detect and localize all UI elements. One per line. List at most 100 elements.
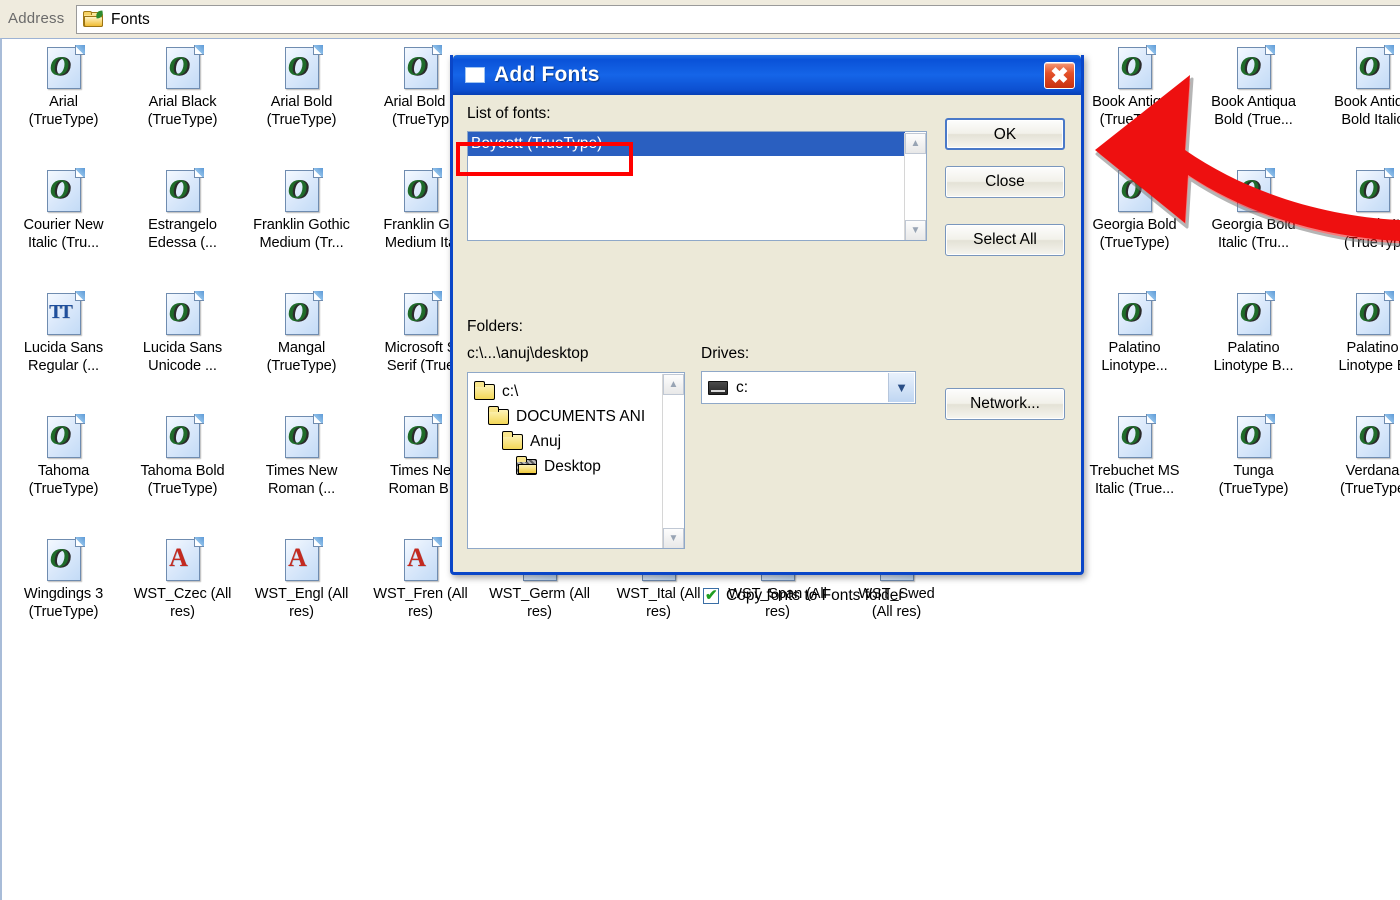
folder-tree-label: Desktop [544, 457, 601, 475]
folder-tree-box[interactable]: c:\ DOCUMENTS ANI Anuj Desktop ▲ ▼ [467, 372, 685, 549]
drives-label: Drives: [701, 345, 750, 362]
folder-closed-icon [474, 380, 495, 400]
select-all-button[interactable]: Select All [945, 224, 1065, 256]
copy-fonts-checkbox[interactable]: Copy fonts to Fonts folder [703, 586, 904, 605]
font-file-item[interactable]: O Georgia Bold (TrueType) [1075, 168, 1194, 252]
screen: Address Fonts O Arial (TrueType) O Arial Bl… [0, 0, 1400, 900]
dialog-title: Add Fonts [494, 63, 600, 86]
chevron-down-icon[interactable]: ▼ [888, 373, 914, 402]
window-icon [465, 67, 485, 83]
scroll-down-icon[interactable]: ▼ [663, 528, 684, 548]
font-file-item[interactable]: O Palatino Linotype... [1075, 291, 1194, 375]
ok-button[interactable]: OK [945, 118, 1065, 150]
font-file-item[interactable]: O Mangal (TrueType) [242, 291, 361, 375]
font-file-item[interactable]: O Book Antiqua (TrueType) [1075, 45, 1194, 129]
font-file-label: Palatino Linotype B... [1213, 340, 1294, 374]
add-fonts-dialog: Add Fonts ✖ List of fonts: Boycott (True… [450, 55, 1084, 604]
drives-select[interactable]: c: ▼ [701, 371, 916, 404]
font-file-truetype-icon: O [1114, 414, 1156, 460]
font-file-truetype-icon: O [162, 414, 204, 460]
font-file-truetype-icon: O [400, 168, 442, 214]
font-file-truetype-icon: O [1352, 45, 1394, 91]
scroll-up-icon[interactable]: ▲ [663, 374, 684, 395]
font-file-truetype-icon: O [400, 291, 442, 337]
font-file-truetype-icon: O [1114, 168, 1156, 214]
font-file-label: WST_Engl (All res) [254, 586, 349, 620]
drives-value: c: [736, 378, 749, 396]
font-file-label: Arial Black (TrueType) [147, 94, 218, 128]
font-file-item[interactable]: O Estrangelo Edessa (... [123, 168, 242, 252]
font-file-label: Estrangelo Edessa (... [148, 217, 217, 251]
font-file-truetype-icon: O [400, 45, 442, 91]
font-file-truetype-icon: O [162, 45, 204, 91]
address-value: Fonts [111, 10, 150, 28]
font-file-label: Courier New Italic (Tru... [23, 217, 104, 251]
font-file-truetype-icon: O [281, 291, 323, 337]
font-file-item[interactable]: O Arial (TrueType) [4, 45, 123, 129]
font-file-item[interactable]: O Wingdings 3 (TrueType) [4, 537, 123, 621]
font-list-box[interactable]: Boycott (TrueType) ▲ ▼ [467, 131, 927, 241]
font-file-truetype-icon: O [43, 45, 85, 91]
font-file-item[interactable]: O Tahoma (TrueType) [4, 414, 123, 498]
folder-tree-item[interactable]: DOCUMENTS ANI [474, 404, 684, 429]
copy-fonts-label: Copy fonts to Fonts folder [726, 587, 904, 604]
font-file-item[interactable]: O Palatino Linotype B... [1194, 291, 1313, 375]
font-file-item[interactable]: OGeorgia Ita (TrueTyp [1313, 168, 1400, 252]
font-file-label: Tunga (TrueType) [1218, 463, 1289, 497]
font-file-truetype-icon: O [281, 414, 323, 460]
font-list-item[interactable]: Boycott (TrueType) [468, 132, 905, 156]
font-file-item[interactable]: O Verdana (TrueType [1313, 414, 1400, 498]
font-file-label: Arial Bold (TrueType) [266, 94, 337, 128]
checkbox-icon[interactable] [703, 586, 719, 604]
close-button[interactable]: Close [945, 166, 1065, 198]
font-file-item[interactable]: O Times New Roman (... [242, 414, 361, 498]
font-file-allres-icon: A [281, 537, 323, 583]
font-file-label: Arial (TrueType) [28, 94, 99, 128]
folder-closed-icon [502, 430, 523, 450]
font-file-item[interactable]: O Franklin Gothic Medium (Tr... [242, 168, 361, 252]
scroll-up-icon[interactable]: ▲ [905, 133, 926, 154]
font-file-label: WST_Fren (All res) [373, 586, 468, 620]
font-file-label: Book Antiqua Bold (True... [1211, 94, 1296, 128]
folder-tree-item[interactable]: c:\ [474, 379, 684, 404]
folder-tree-label: Anuj [530, 432, 562, 450]
font-file-item[interactable]: O Courier New Italic (Tru... [4, 168, 123, 252]
font-file-label: Palatino Linotype B [1338, 340, 1400, 374]
font-file-item[interactable]: OBook Antiqu Bold Italic [1313, 45, 1400, 129]
dialog-titlebar[interactable]: Add Fonts ✖ [453, 55, 1081, 95]
font-file-item[interactable]: O Tunga (TrueType) [1194, 414, 1313, 498]
font-file-item[interactable]: O Book Antiqua Bold (True... [1194, 45, 1313, 129]
font-file-label: Book Antiqu Bold Italic [1334, 94, 1400, 128]
folder-tree-item[interactable]: Desktop [474, 454, 684, 479]
font-list-scrollbar[interactable]: ▲ ▼ [904, 133, 926, 240]
font-file-item[interactable]: O Trebuchet MS Italic (True... [1075, 414, 1194, 498]
font-file-item[interactable]: O Arial Black (TrueType) [123, 45, 242, 129]
folder-tree-item[interactable]: Anuj [474, 429, 684, 454]
font-file-truetype-icon: O [1352, 414, 1394, 460]
current-path: c:\...\anuj\desktop [467, 345, 589, 362]
font-file-label: Georgia Ita (TrueTyp [1336, 217, 1400, 251]
font-file-allres-icon: A [400, 537, 442, 583]
font-file-truetype-icon: O [1114, 45, 1156, 91]
folder-tree-label: DOCUMENTS ANI [516, 407, 646, 425]
font-file-item[interactable]: O Georgia Bold Italic (Tru... [1194, 168, 1313, 252]
font-file-item[interactable]: OPalatino Linotype B [1313, 291, 1400, 375]
font-file-label: Lucida Sans Unicode ... [142, 340, 223, 374]
dialog-body: List of fonts: Boycott (TrueType) ▲ ▼ OK… [453, 95, 1081, 604]
address-input[interactable]: Fonts [76, 5, 1400, 34]
font-file-truetype-icon: O [1352, 291, 1394, 337]
font-file-truetype-icon: O [1233, 414, 1275, 460]
font-file-item[interactable]: O Arial Bold (TrueType) [242, 45, 361, 129]
font-file-item[interactable]: O Tahoma Bold (TrueType) [123, 414, 242, 498]
font-file-truetype-icon: O [1114, 291, 1156, 337]
scroll-down-icon[interactable]: ▼ [905, 220, 926, 240]
address-bar: Address Fonts [0, 0, 1400, 38]
font-file-item[interactable]: O Lucida Sans Unicode ... [123, 291, 242, 375]
font-file-item[interactable]: TT Lucida Sans Regular (... [4, 291, 123, 375]
folder-tree-scrollbar[interactable]: ▲ ▼ [662, 374, 684, 548]
network-button[interactable]: Network... [945, 388, 1065, 420]
close-icon[interactable]: ✖ [1044, 61, 1075, 89]
font-file-item[interactable]: A WST_Engl (All res) [242, 537, 361, 621]
font-file-label: Georgia Bold Italic (Tru... [1211, 217, 1296, 251]
font-file-item[interactable]: A WST_Czec (All res) [123, 537, 242, 621]
